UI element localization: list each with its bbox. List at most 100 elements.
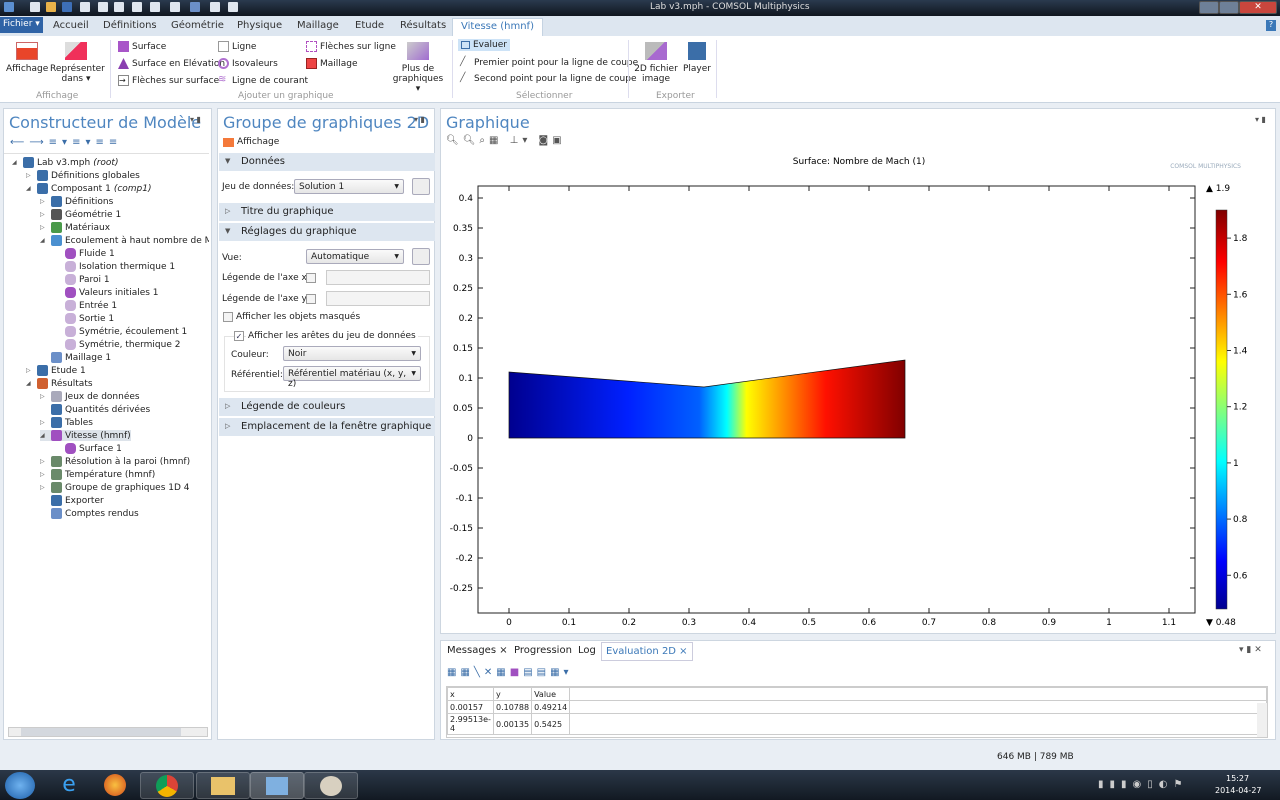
more-plots-button[interactable]: Plus de graphiques ▾: [390, 42, 446, 94]
tree-item[interactable]: Valeurs initiales 1: [54, 287, 159, 298]
tree-item[interactable]: ▷ Géométrie 1: [40, 209, 121, 220]
tree-item[interactable]: Maillage 1: [40, 352, 111, 363]
tree-item[interactable]: ◢ Ecoulement à haut nombre de Mach: [40, 235, 209, 246]
tab-messages[interactable]: Messages ×: [447, 645, 508, 656]
dataset-select[interactable]: Solution 1: [294, 179, 404, 194]
fleches-ligne-button[interactable]: Flèches sur ligne: [306, 41, 396, 52]
tab-maillage[interactable]: Maillage: [297, 20, 339, 31]
vue-source-button[interactable]: [412, 248, 430, 265]
referentiel-select[interactable]: Référentiel matériau (x, y, z): [283, 366, 421, 389]
file-menu-button[interactable]: Fichier ▾: [0, 17, 43, 33]
expand-icon[interactable]: ▷: [40, 458, 48, 465]
expand-icon[interactable]: ▷: [26, 172, 34, 179]
new-icon[interactable]: [30, 2, 40, 12]
tree-item[interactable]: Quantités dérivées: [40, 404, 150, 415]
tab-vitesse[interactable]: Vitesse (hmnf): [452, 18, 543, 36]
tree-item[interactable]: ▷ Tables: [40, 417, 93, 428]
panel-close-icon[interactable]: ▾ ▮ ✕: [1239, 645, 1262, 655]
hidden-objects-checkbox[interactable]: [223, 312, 233, 322]
graphics-toolbar[interactable]: 🔍︎🔍︎⌕▦ ⊥▾ ◙▣: [446, 135, 566, 146]
tree-item[interactable]: ◢ Vitesse (hmnf): [40, 430, 131, 441]
collapse-icon[interactable]: ◢: [12, 159, 20, 166]
tree-item[interactable]: Symétrie, écoulement 1: [54, 326, 187, 337]
surface-button[interactable]: Surface: [118, 41, 166, 52]
section-legende[interactable]: ▷ Légende de couleurs: [219, 398, 435, 416]
expand-icon[interactable]: ▷: [40, 224, 48, 231]
tab-physique[interactable]: Physique: [237, 20, 282, 31]
model-toolbar[interactable]: ⟵⟶≡▾≡▾≡≡: [10, 137, 122, 148]
tree-item[interactable]: Isolation thermique 1: [54, 261, 175, 272]
tree-item[interactable]: ▷ Etude 1: [26, 365, 86, 376]
panel-menu-icon[interactable]: ▾ ▮: [190, 115, 201, 124]
section-emplacement[interactable]: ▷ Emplacement de la fenêtre graphique: [219, 418, 435, 436]
expand-icon[interactable]: ▷: [40, 198, 48, 205]
start-button[interactable]: [5, 772, 35, 799]
tree-item[interactable]: Sortie 1: [54, 313, 114, 324]
copy-icon[interactable]: [132, 2, 142, 12]
collapse-icon[interactable]: ◢: [26, 185, 34, 192]
comsol-taskbar-icon[interactable]: [250, 772, 304, 799]
expand-icon[interactable]: ▷: [40, 393, 48, 400]
open-icon[interactable]: [46, 2, 56, 12]
vue-select[interactable]: Automatique: [306, 249, 404, 264]
table-toolbar[interactable]: ▦▦╲✕▦■▤▤▦▾: [447, 667, 573, 678]
close-button[interactable]: ✕: [1239, 1, 1277, 14]
tree-item[interactable]: ▷ Groupe de graphiques 1D 4: [40, 482, 190, 493]
tree-item[interactable]: Fluide 1: [54, 248, 115, 259]
expand-icon[interactable]: ▷: [40, 419, 48, 426]
go-to-source-button[interactable]: [412, 178, 430, 195]
settings-icon[interactable]: [228, 2, 238, 12]
save-icon[interactable]: [62, 2, 72, 12]
first-point-button[interactable]: ╱ Premier point pour la ligne de coupe: [460, 57, 638, 68]
panel-menu-icon[interactable]: ▾ ▮: [414, 115, 425, 124]
tree-item[interactable]: ◢ Résultats: [26, 378, 93, 389]
edges-checkbox[interactable]: ✓: [234, 331, 244, 341]
tree-item[interactable]: ◢ Lab v3.mph (root): [12, 157, 118, 168]
section-titre[interactable]: ▷ Titre du graphique: [219, 203, 435, 221]
y-axis-input[interactable]: [326, 291, 430, 306]
firefox-icon[interactable]: [88, 772, 142, 799]
expand-icon[interactable]: ▷: [26, 367, 34, 374]
tree-item[interactable]: Entrée 1: [54, 300, 117, 311]
tab-accueil[interactable]: Accueil: [53, 20, 89, 31]
explorer-icon[interactable]: [196, 772, 250, 799]
tree-item[interactable]: ▷ Jeux de données: [40, 391, 140, 402]
undo-icon[interactable]: [98, 2, 108, 12]
tree-item[interactable]: ▷ Résolution à la paroi (hmnf): [40, 456, 190, 467]
tab-evaluation-2d[interactable]: Evaluation 2D ×: [601, 642, 693, 661]
tab-resultats[interactable]: Résultats: [400, 20, 446, 31]
x-axis-input[interactable]: [326, 270, 430, 285]
restore-button[interactable]: [1219, 1, 1239, 14]
tree-item[interactable]: ▷ Matériaux: [40, 222, 110, 233]
panel-menu-icon[interactable]: ▾ ▮: [1255, 115, 1266, 124]
ligne-courant-button[interactable]: ≋ Ligne de courant: [218, 75, 308, 86]
plot-canvas[interactable]: Surface: Nombre de Mach (1) COMSOL MULTIP…: [441, 152, 1277, 634]
window-icon[interactable]: [210, 2, 220, 12]
tab-log[interactable]: Log: [578, 645, 596, 656]
system-tray-icons[interactable]: ▮▮▮◉▯◐⚑: [1098, 779, 1188, 790]
table-header[interactable]: x y Value: [447, 687, 1267, 701]
tree-item[interactable]: ▷ Définitions: [40, 196, 113, 207]
expand-icon[interactable]: ▷: [40, 211, 48, 218]
tab-geometrie[interactable]: Géométrie: [171, 20, 224, 31]
arrow-surface-button[interactable]: → Flèches sur surface: [118, 75, 219, 86]
expand-icon[interactable]: ▷: [40, 471, 48, 478]
save-as-icon[interactable]: [80, 2, 90, 12]
tree-item[interactable]: ◢ Composant 1 (comp1): [26, 183, 152, 194]
collapse-icon[interactable]: ◢: [26, 380, 34, 387]
representer-button[interactable]: Représenter dans ▾: [50, 42, 105, 84]
maillage-button[interactable]: Maillage: [306, 58, 358, 69]
tree-item[interactable]: ▷ Température (hmnf): [40, 469, 155, 480]
section-donnees[interactable]: ▼ Données: [219, 153, 435, 171]
tree-scrollbar[interactable]: [8, 727, 208, 737]
x-axis-checkbox[interactable]: [306, 273, 316, 283]
table-row[interactable]: 0.00157 0.10788 0.49214: [447, 700, 1267, 714]
collapse-icon[interactable]: ◢: [40, 432, 48, 439]
tree-item[interactable]: ▷ Définitions globales: [26, 170, 140, 181]
affichage-button[interactable]: Affichage: [6, 42, 48, 74]
tab-etude[interactable]: Etude: [355, 20, 384, 31]
isovaleurs-button[interactable]: Isovaleurs: [218, 58, 278, 69]
duplicate-icon[interactable]: [170, 2, 180, 12]
ligne-button[interactable]: Ligne: [218, 41, 256, 52]
table-scrollbar[interactable]: [1257, 703, 1267, 737]
